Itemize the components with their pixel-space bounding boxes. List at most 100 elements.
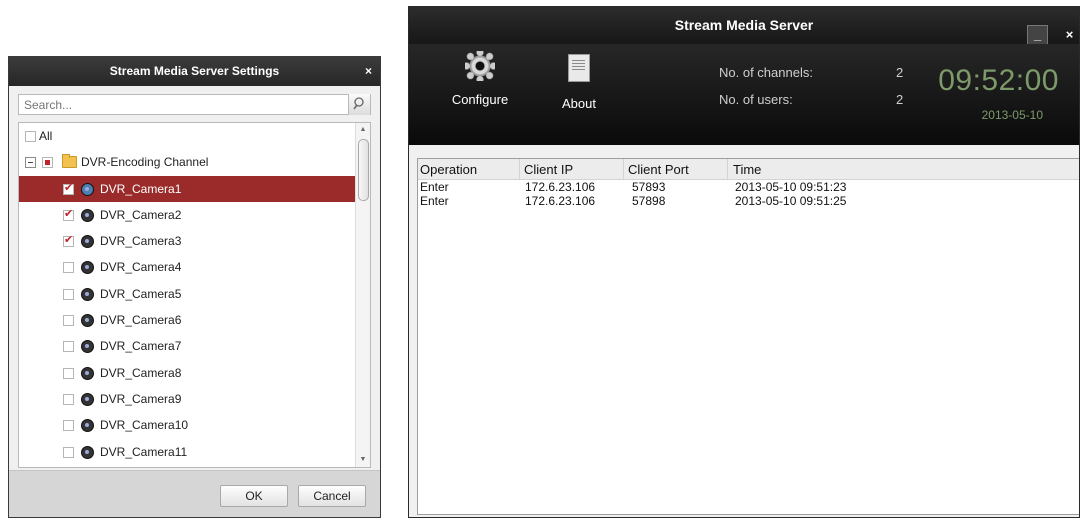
window-title: Stream Media Server bbox=[674, 17, 814, 33]
all-checkbox[interactable] bbox=[25, 131, 36, 142]
camera-checkbox[interactable] bbox=[63, 262, 74, 274]
about-button[interactable]: About bbox=[539, 54, 619, 111]
tree-row-camera[interactable]: DVR_Camera4 bbox=[19, 254, 370, 280]
camera-label: DVR_Camera4 bbox=[100, 260, 182, 275]
search-icon bbox=[353, 97, 364, 110]
camera-label: DVR_Camera10 bbox=[100, 418, 189, 433]
column-header-client-ip[interactable]: Client IP bbox=[524, 162, 573, 177]
camera-label: DVR_Camera3 bbox=[100, 234, 182, 249]
camera-checkbox[interactable] bbox=[63, 420, 74, 432]
dialog-title-bar: Stream Media Server Settings × bbox=[9, 57, 380, 86]
clock-time: 09:52:00 bbox=[938, 64, 1059, 97]
tree-row-camera[interactable]: DVR_Camera8 bbox=[19, 360, 370, 386]
camera-icon bbox=[81, 208, 94, 222]
camera-label: DVR_Camera5 bbox=[100, 286, 182, 301]
channel-tree: All DVR-Encoding Channel DVR_Camera1DVR_… bbox=[18, 122, 371, 468]
tree-row-camera[interactable]: DVR_Camera5 bbox=[19, 281, 370, 307]
connections-table: Operation Client IP Client Port Time Ent… bbox=[417, 158, 1079, 515]
camera-icon bbox=[81, 261, 94, 275]
camera-checkbox[interactable] bbox=[63, 341, 74, 353]
all-label: All bbox=[39, 129, 53, 143]
about-label: About bbox=[562, 96, 596, 111]
camera-label: DVR_Camera9 bbox=[100, 391, 182, 406]
gear-icon bbox=[465, 51, 495, 81]
table-cell: 172.6.23.106 bbox=[525, 180, 596, 194]
camera-checkbox[interactable] bbox=[63, 288, 74, 300]
dialog-footer: OK Cancel bbox=[9, 470, 380, 517]
minimize-button[interactable]: _ bbox=[1027, 25, 1049, 46]
settings-dialog: Stream Media Server Settings × All DVR-E… bbox=[8, 56, 381, 518]
camera-icon bbox=[81, 445, 94, 459]
column-divider[interactable] bbox=[727, 159, 728, 179]
tree-scrollbar[interactable]: ▲ ▼ bbox=[355, 123, 370, 467]
table-cell: 172.6.23.106 bbox=[525, 194, 596, 208]
camera-label: DVR_Camera1 bbox=[100, 181, 182, 196]
close-button[interactable]: × bbox=[1060, 26, 1079, 45]
table-cell: 57898 bbox=[632, 194, 666, 208]
tree-row-camera[interactable]: DVR_Camera1 bbox=[19, 175, 370, 202]
dialog-title: Stream Media Server Settings bbox=[109, 64, 280, 78]
close-icon[interactable]: × bbox=[365, 57, 372, 86]
configure-button[interactable]: Configure bbox=[440, 51, 520, 107]
table-header: Operation Client IP Client Port Time bbox=[418, 159, 1079, 180]
tree-row-group[interactable]: DVR-Encoding Channel bbox=[19, 149, 370, 175]
document-icon bbox=[568, 54, 590, 82]
camera-icon bbox=[81, 392, 94, 406]
tree-row-camera[interactable]: DVR_Camera2 bbox=[19, 202, 370, 228]
channels-value: 2 bbox=[896, 65, 904, 80]
channels-label: No. of channels: bbox=[719, 65, 813, 80]
camera-checkbox[interactable] bbox=[63, 230, 74, 250]
camera-icon bbox=[81, 182, 94, 196]
ok-button[interactable]: OK bbox=[220, 485, 288, 507]
camera-checkbox[interactable] bbox=[63, 204, 74, 224]
camera-label: DVR_Camera7 bbox=[100, 339, 182, 354]
camera-icon bbox=[81, 419, 94, 433]
camera-checkbox[interactable] bbox=[63, 446, 74, 458]
table-cell: Enter bbox=[420, 180, 449, 194]
tree-row-camera[interactable]: DVR_Camera11 bbox=[19, 439, 370, 465]
search-input[interactable] bbox=[19, 95, 349, 114]
search-button[interactable] bbox=[348, 94, 370, 115]
column-header-client-port[interactable]: Client Port bbox=[628, 162, 689, 177]
scroll-thumb[interactable] bbox=[358, 139, 369, 201]
group-checkbox[interactable] bbox=[42, 157, 53, 169]
table-cell: 2013-05-10 09:51:23 bbox=[735, 180, 847, 194]
camera-icon bbox=[81, 340, 94, 354]
users-label: No. of users: bbox=[719, 92, 793, 107]
table-row[interactable]: Enter 172.6.23.106 57893 2013-05-10 09:51:2… bbox=[418, 180, 1079, 194]
collapse-icon[interactable] bbox=[25, 157, 36, 169]
tree-row-camera[interactable]: DVR_Camera10 bbox=[19, 412, 370, 438]
column-divider[interactable] bbox=[623, 159, 624, 179]
camera-icon bbox=[81, 287, 94, 301]
camera-checkbox[interactable] bbox=[63, 178, 74, 198]
camera-checkbox[interactable] bbox=[63, 315, 74, 327]
column-divider[interactable] bbox=[519, 159, 520, 179]
column-header-operation[interactable]: Operation bbox=[420, 162, 477, 177]
camera-list: DVR_Camera1 DVR_Camera2 DVR_Camera3 DVR_Cam… bbox=[19, 175, 370, 465]
tree-row-camera[interactable]: DVR_Camera9 bbox=[19, 386, 370, 412]
camera-label: DVR_Camera6 bbox=[100, 313, 182, 328]
stream-media-server-window: Stream Media Server _ × Configure About … bbox=[408, 6, 1080, 518]
tree-row-all[interactable]: All bbox=[19, 123, 370, 149]
users-value: 2 bbox=[896, 92, 904, 107]
folder-icon bbox=[62, 154, 77, 169]
search-box bbox=[18, 94, 371, 115]
toolbar-panel: Configure About No. of channels: 2 No. o… bbox=[409, 44, 1079, 145]
tree-row-camera[interactable]: DVR_Camera3 bbox=[19, 228, 370, 254]
camera-checkbox[interactable] bbox=[63, 367, 74, 379]
table-row[interactable]: Enter 172.6.23.106 57898 2013-05-10 09:51:2… bbox=[418, 194, 1079, 208]
tree-row-camera[interactable]: DVR_Camera6 bbox=[19, 307, 370, 333]
tree-row-camera[interactable]: DVR_Camera7 bbox=[19, 333, 370, 359]
camera-label: DVR_Camera8 bbox=[100, 365, 182, 380]
scroll-down-icon[interactable]: ▼ bbox=[356, 453, 370, 467]
camera-icon bbox=[81, 235, 94, 249]
camera-checkbox[interactable] bbox=[63, 393, 74, 405]
camera-icon bbox=[81, 366, 94, 380]
camera-icon bbox=[81, 314, 94, 328]
window-title-bar: Stream Media Server _ × bbox=[409, 7, 1079, 46]
cancel-button[interactable]: Cancel bbox=[298, 485, 366, 507]
column-header-time[interactable]: Time bbox=[733, 162, 761, 177]
group-label: DVR-Encoding Channel bbox=[81, 155, 209, 170]
scroll-up-icon[interactable]: ▲ bbox=[356, 123, 370, 137]
clock-date: 2013-05-10 bbox=[981, 108, 1043, 122]
